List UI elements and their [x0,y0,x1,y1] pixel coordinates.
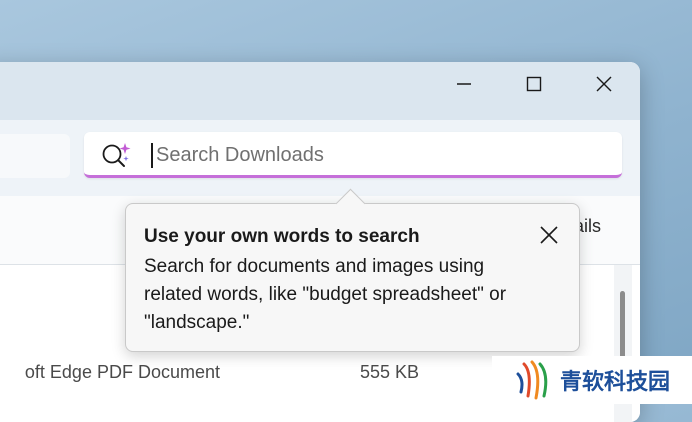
file-size: 555 KB [360,362,420,382]
tooltip-close-button[interactable] [534,220,564,250]
search-input[interactable] [156,140,596,170]
maximize-button[interactable] [500,62,568,106]
minimize-icon [457,83,471,85]
minimize-button[interactable] [430,62,498,106]
close-icon [540,226,558,244]
ai-search-icon [102,143,131,167]
watermark-logo-icon [516,360,548,400]
search-box[interactable] [84,132,622,178]
search-teaching-tip: Use your own words to search Search for … [125,188,580,352]
close-icon [596,76,612,92]
watermark-text: 青软科技园 [560,370,671,395]
file-type: oft Edge PDF Document [24,362,220,382]
title-bar [0,62,640,120]
text-caret [151,143,153,168]
breadcrumb[interactable] [0,134,70,178]
scrollbar-thumb[interactable] [620,291,625,361]
tooltip-title: Use your own words to search [144,226,420,247]
close-button[interactable] [570,62,638,106]
address-bar [0,120,640,197]
maximize-icon [526,76,542,92]
tooltip-body: Search for documents and images using re… [144,256,507,333]
watermark: 青软科技园 [492,356,692,404]
